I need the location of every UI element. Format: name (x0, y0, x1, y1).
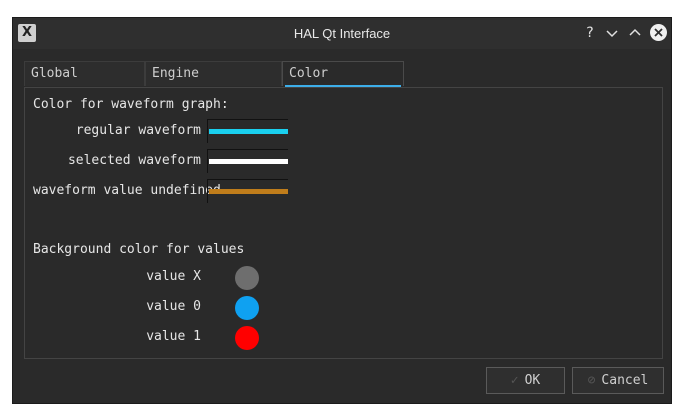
help-button[interactable]: ? (581, 24, 599, 42)
title-bar[interactable]: X HAL Qt Interface ? (13, 18, 671, 49)
color-settings-panel: Color for waveform graph: regular wavefo… (24, 87, 663, 359)
value-0-label: value 0 (146, 299, 201, 314)
help-icon: ? (586, 25, 594, 41)
selected-waveform-label: selected waveform (67, 153, 201, 168)
regular-waveform-color-picker[interactable] (207, 119, 288, 143)
cancel-label: Cancel (601, 373, 649, 388)
check-icon: ✓ (510, 373, 519, 388)
close-icon (654, 28, 663, 37)
maximize-button[interactable] (626, 24, 644, 42)
close-button[interactable] (650, 24, 667, 41)
selected-waveform-swatch (209, 159, 288, 164)
ok-button[interactable]: ✓ OK (486, 367, 565, 394)
value-x-label: value X (146, 269, 201, 284)
window-title: HAL Qt Interface (293, 26, 391, 41)
selected-waveform-color-picker[interactable] (207, 149, 288, 173)
waveform-section-heading: Color for waveform graph: (33, 97, 229, 112)
tab-engine-properties[interactable]: Engine properties (145, 61, 282, 105)
regular-waveform-label: regular waveform (75, 123, 201, 138)
chevron-down-icon (606, 30, 618, 38)
undefined-waveform-label: waveform value undefined (33, 183, 221, 198)
regular-waveform-swatch (209, 129, 288, 134)
value-x-color-button[interactable] (235, 266, 259, 290)
ok-label: OK (524, 373, 541, 388)
cancel-icon: ⊘ (587, 373, 596, 388)
tab-global-settings[interactable]: Global settings (24, 61, 145, 105)
undefined-waveform-color-picker[interactable] (207, 179, 288, 203)
undefined-waveform-swatch (209, 189, 288, 194)
value-1-label: value 1 (146, 329, 201, 344)
minimize-button[interactable] (603, 24, 621, 42)
value-0-color-button[interactable] (235, 296, 259, 320)
cancel-button[interactable]: ⊘ Cancel (572, 367, 664, 394)
values-section-heading: Background color for values (33, 242, 245, 257)
dialog-window: X HAL Qt Interface ? Global settings Eng… (12, 17, 672, 404)
chevron-up-icon (629, 28, 641, 36)
value-1-color-button[interactable] (235, 326, 259, 350)
tab-color-settings[interactable]: Color settings (282, 61, 404, 105)
